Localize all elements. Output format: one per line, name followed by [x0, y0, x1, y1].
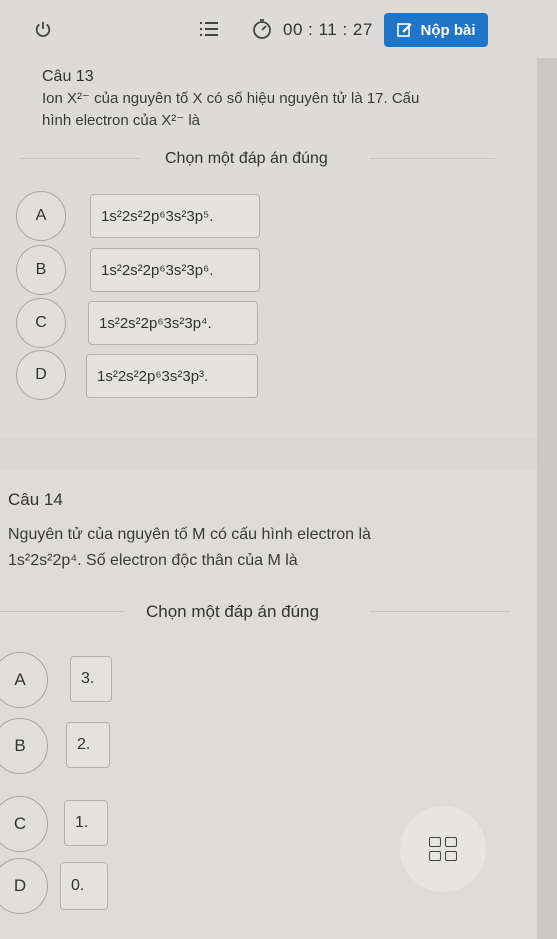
timer-display: 00 : 11 : 27: [283, 20, 373, 39]
grid-icon: [429, 837, 457, 861]
option-letter: D: [13, 876, 27, 895]
option-letter: B: [35, 261, 47, 278]
question-text-line2: 1s²2s²2p⁴. Số electron độc thân của M là: [8, 552, 298, 569]
option-a-radio[interactable]: A: [0, 652, 48, 708]
question-text-line1: Ion X²⁻ của nguyên tố X có số hiệu nguyê…: [42, 90, 420, 107]
submit-label: Nộp bài: [420, 21, 476, 39]
option-c-radio[interactable]: C: [0, 796, 48, 852]
option-letter: B: [14, 736, 26, 755]
option-c-text: 1s²2s²2p⁶3s²3p⁴.: [99, 314, 212, 332]
option-b-text: 1s²2s²2p⁶3s²3p⁶.: [101, 261, 214, 279]
option-d-box[interactable]: 1s²2s²2p⁶3s²3p³.: [86, 354, 258, 398]
option-a-text: 1s²2s²2p⁶3s²3p⁵.: [101, 207, 214, 225]
option-a-box[interactable]: 3.: [70, 656, 112, 702]
option-a-text: 3.: [81, 670, 95, 687]
option-letter: C: [35, 314, 47, 331]
option-d-box[interactable]: 0.: [60, 862, 108, 910]
divider-left: [0, 611, 125, 612]
divider-right: [370, 158, 495, 159]
option-c-box[interactable]: 1s²2s²2p⁶3s²3p⁴.: [88, 301, 258, 345]
option-d-radio[interactable]: D: [0, 858, 48, 914]
option-d-text: 0.: [71, 877, 85, 894]
option-a-box[interactable]: 1s²2s²2p⁶3s²3p⁵.: [90, 194, 260, 238]
question-title: Câu 13: [42, 68, 94, 85]
option-letter: A: [35, 207, 47, 224]
divider-right: [370, 611, 510, 612]
timer-icon: [253, 19, 271, 39]
option-c-box[interactable]: 1.: [64, 800, 108, 846]
option-d-text: 1s²2s²2p⁶3s²3p³.: [97, 367, 209, 385]
option-b-radio[interactable]: B: [0, 718, 48, 774]
option-b-text: 2.: [77, 736, 91, 753]
choose-prompt: Chọn một đáp án đúng: [165, 150, 328, 167]
option-letter: A: [14, 670, 26, 689]
list-icon[interactable]: [198, 19, 220, 39]
divider-left: [20, 158, 140, 159]
question-title: Câu 14: [8, 490, 63, 509]
choose-prompt: Chọn một đáp án đúng: [146, 602, 319, 621]
question-13-card: Câu 13 Ion X²⁻ của nguyên tố X có số hiệ…: [0, 58, 557, 438]
submit-button[interactable]: Nộp bài: [384, 13, 488, 47]
option-c-text: 1.: [75, 814, 89, 831]
question-text-line1: Nguyên tử của nguyên tố M có cấu hình el…: [8, 526, 371, 543]
option-c-radio[interactable]: C: [16, 298, 66, 348]
option-letter: D: [35, 366, 47, 383]
option-d-radio[interactable]: D: [16, 350, 66, 400]
power-icon[interactable]: [34, 20, 52, 38]
option-letter: C: [13, 814, 27, 833]
edit-icon: [396, 23, 412, 37]
option-b-box[interactable]: 2.: [66, 722, 110, 768]
scroll-shadow: [537, 58, 557, 939]
option-b-radio[interactable]: B: [16, 245, 66, 295]
question-grid-button[interactable]: [400, 806, 486, 892]
top-bar: 00 : 11 : 27 Nộp bài: [0, 0, 557, 58]
option-b-box[interactable]: 1s²2s²2p⁶3s²3p⁶.: [90, 248, 260, 292]
question-text-line2: hình electron của X²⁻ là: [42, 112, 201, 129]
option-a-radio[interactable]: A: [16, 191, 66, 241]
